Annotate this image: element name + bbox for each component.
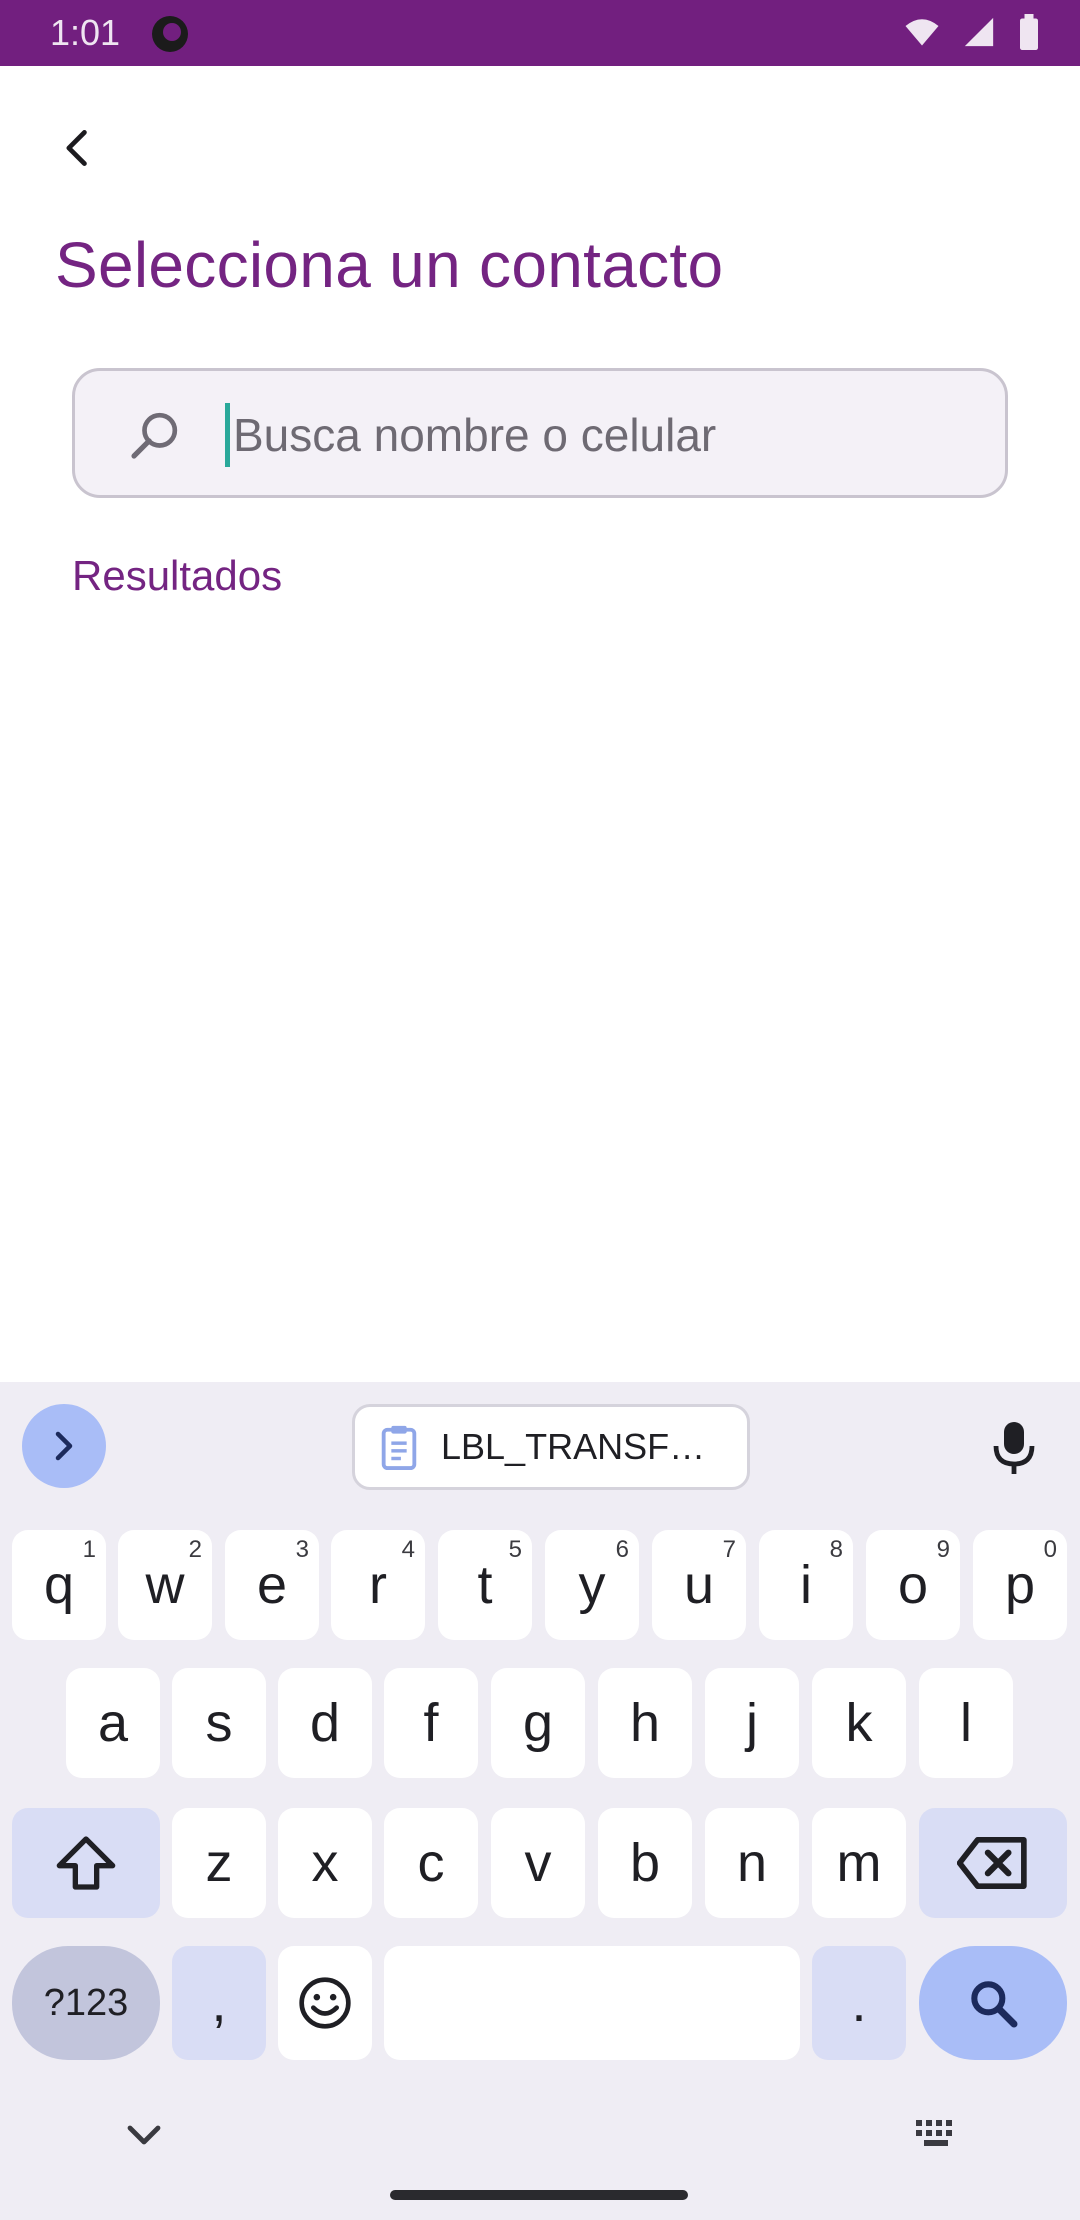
comma-key[interactable]: , [172,1946,266,2060]
key-label: y [578,1555,606,1615]
key-label: u [683,1555,715,1615]
keyboard-suggestion-strip: LBL_TRANSF… [0,1382,1080,1508]
status-bar: 1:01 [0,0,1080,66]
key-m[interactable]: m [812,1808,906,1918]
key-q[interactable]: q1 [12,1530,106,1640]
key-d[interactable]: d [278,1668,372,1778]
key-label: q [43,1555,75,1615]
key-o[interactable]: o9 [866,1530,960,1640]
key-z[interactable]: z [172,1808,266,1918]
key-x[interactable]: x [278,1808,372,1918]
keyboard-switch-icon[interactable] [912,2116,960,2156]
symbols-key[interactable]: ?123 [12,1946,160,2060]
key-hint: 4 [401,1536,415,1563]
chevron-down-icon[interactable] [120,2116,168,2156]
key-p[interactable]: p0 [973,1530,1067,1640]
search-icon [971,1981,1018,2028]
key-hint: 3 [295,1536,309,1563]
search-icon [131,412,178,459]
key-a[interactable]: a [66,1668,160,1778]
key-label: e [256,1555,288,1615]
clipboard-suggestion-text: LBL_TRANSF… [441,1426,706,1467]
key-hint: 7 [722,1536,736,1563]
key-u[interactable]: u7 [652,1530,746,1640]
key-r[interactable]: r4 [331,1530,425,1640]
key-label: r [369,1555,387,1615]
keyboard-expand-button[interactable] [22,1404,106,1488]
key-hint: 9 [936,1536,950,1563]
key-s[interactable]: s [172,1668,266,1778]
key-n[interactable]: n [705,1808,799,1918]
shift-icon [56,1836,116,1890]
period-key[interactable]: . [812,1946,906,2060]
key-e[interactable]: e3 [225,1530,319,1640]
key-b[interactable]: b [598,1808,692,1918]
emoji-icon [299,1977,351,2029]
app-notification-icon [152,16,188,52]
key-hint: 2 [188,1536,202,1563]
key-f[interactable]: f [384,1668,478,1778]
battery-icon [1020,14,1038,50]
key-c[interactable]: c [384,1808,478,1918]
key-h[interactable]: h [598,1668,692,1778]
backspace-key[interactable] [919,1808,1067,1918]
wifi-icon [905,19,939,46]
navigation-bar [0,2072,1080,2220]
search-box[interactable] [72,368,1008,498]
key-l[interactable]: l [919,1668,1013,1778]
results-heading: Resultados [72,552,283,599]
back-button[interactable] [40,110,116,186]
key-label: p [1004,1555,1036,1615]
soft-keyboard: LBL_TRANSF… q1 w2 e3 r4 t5 y6 u7 i8 o9 p… [0,1382,1080,2220]
key-g[interactable]: g [491,1668,585,1778]
key-j[interactable]: j [705,1668,799,1778]
key-t[interactable]: t5 [438,1530,532,1640]
page-title: Selecciona un contacto [55,229,724,301]
signal-icon [964,17,994,47]
key-i[interactable]: i8 [759,1530,853,1640]
key-hint: 1 [82,1536,96,1563]
text-cursor [225,403,230,467]
search-action-key[interactable] [919,1946,1067,2060]
key-w[interactable]: w2 [118,1530,212,1640]
key-label: w [145,1555,185,1615]
status-time: 1:01 [50,12,121,53]
chevron-left-icon [66,130,87,166]
key-hint: 8 [829,1536,843,1563]
emoji-key[interactable] [278,1946,372,2060]
shift-key[interactable] [12,1808,160,1918]
key-hint: 5 [508,1536,522,1563]
home-indicator[interactable] [390,2190,688,2200]
key-y[interactable]: y6 [545,1530,639,1640]
microphone-icon[interactable] [990,1420,1038,1476]
space-key[interactable] [384,1946,800,2060]
clipboard-icon [381,1425,417,1470]
backspace-icon [957,1837,1027,1889]
clipboard-suggestion-chip[interactable]: LBL_TRANSF… [352,1404,750,1490]
key-label: i [800,1555,812,1615]
key-hint: 6 [615,1536,629,1563]
search-input[interactable] [233,393,973,477]
key-hint: 0 [1043,1536,1057,1563]
screen: 1:01 Selecciona un contacto Busca nombre… [0,0,1080,2220]
key-k[interactable]: k [812,1668,906,1778]
chevron-right-icon [55,1431,73,1461]
key-label: t [477,1555,493,1615]
key-label: o [897,1555,929,1615]
key-v[interactable]: v [491,1808,585,1918]
status-icons [904,14,1040,50]
